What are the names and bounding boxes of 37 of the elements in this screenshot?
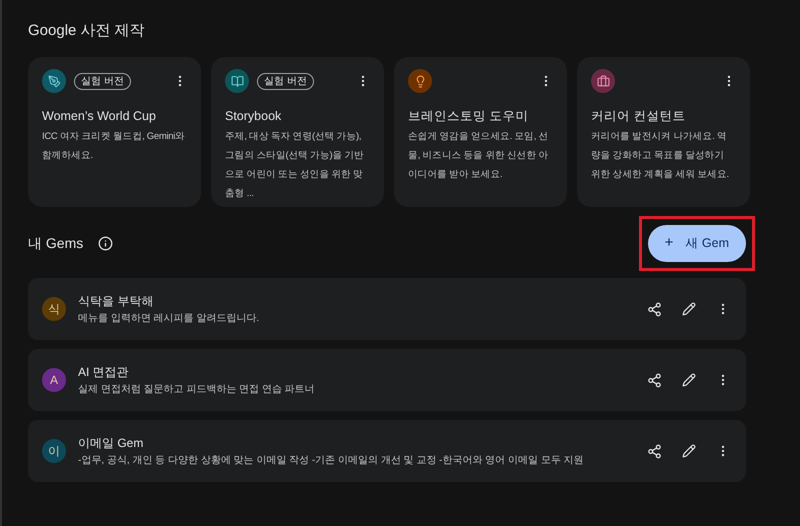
share-icon[interactable] <box>647 302 662 316</box>
gem-name: 식탁을 부탁해 <box>78 292 154 308</box>
gem-description: -업무, 공식, 개인 등 다양한 상황에 맞는 이메일 작성 -기존 이메일의 개선 및 교정 -한국어와 영어 이메일 모두 지원 <box>78 454 584 468</box>
gem-description: 메뉴를 입력하면 레시피를 알려드립니다. <box>78 312 260 326</box>
gem-row[interactable]: A AI 면접관 실제 면접처럼 질문하고 피드백하는 면접 연습 파트너 <box>28 349 746 411</box>
experimental-badge: 실험 버전 <box>257 72 314 90</box>
avatar-icon: A <box>42 368 66 392</box>
edit-icon[interactable] <box>682 373 696 387</box>
card-description: ICC 여자 크리켓 월드컵, Gemini와 함께하세요. <box>42 130 186 163</box>
gem-card[interactable]: 실험 버전 Women’s World Cup ICC 여자 크리켓 월드컵, Gemini와 함께하세요. <box>28 57 201 207</box>
avatar-icon: 식 <box>42 297 66 321</box>
gem-name: 이메일 Gem <box>78 434 144 450</box>
info-icon[interactable] <box>98 236 114 250</box>
card-title: Women’s World Cup <box>42 108 157 125</box>
card-title: 커리어 컨설턴트 <box>591 108 686 125</box>
gem-row[interactable]: 이 이메일 Gem -업무, 공식, 개인 등 다양한 상황에 맞는 이메일 작성 -기존 이메일의 개선 및 교정 -한국어와 영어 이메일 모두 지원 <box>28 420 746 482</box>
gem-name: AI 면접관 <box>78 364 130 380</box>
avatar-icon: 이 <box>42 439 66 463</box>
plus-icon: + <box>664 232 674 254</box>
share-icon[interactable] <box>647 372 662 388</box>
experimental-badge: 실험 버전 <box>74 72 131 90</box>
card-description: 손쉽게 영감을 얻으세요. 모임, 선물, 비즈니스 등을 위한 신선한 아이디어를 받아 보세요. <box>408 130 550 182</box>
gem-card[interactable]: 실험 버전 Storybook 주제, 대상 독자 연령(선택 가능), 그림의 스타일(선택 가능)을 기반으로 어린이 또는 성인을 위한 맞춤형 ... <box>211 57 384 207</box>
card-description: 커리어를 발전시켜 나가세요. 역량을 강화하고 목표를 달성하기 위한 상세한 계획을 세워 보세요. <box>591 130 730 182</box>
gem-description: 실제 면접처럼 질문하고 피드백하는 면접 연습 파트너 <box>78 382 315 396</box>
gem-row[interactable]: 식 식탁을 부탁해 메뉴를 입력하면 레시피를 알려드립니다. <box>28 278 746 340</box>
edit-icon[interactable] <box>682 444 696 458</box>
section-title: 내 Gems <box>28 234 84 252</box>
card-description: 주제, 대상 독자 연령(선택 가능), 그림의 스타일(선택 가능)을 기반으로 어린이 또는 성인을 위한 맞춤형 ... <box>225 130 365 201</box>
gem-card[interactable]: 브레인스토밍 도우미 손쉽게 영감을 얻으세요. 모임, 선물, 비즈니스 등을 위한 신선한 아이디어를 받아 보세요. <box>394 57 567 207</box>
new-gem-button[interactable]: + 새 Gem <box>648 224 746 262</box>
card-title: Storybook <box>225 108 282 125</box>
share-icon[interactable] <box>647 444 662 458</box>
card-title: 브레인스토밍 도우미 <box>408 108 530 125</box>
gem-card[interactable]: 커리어 컨설턴트 커리어를 발전시켜 나가세요. 역량을 강화하고 목표를 달성하기 위한 상세한 계획을 세워 보세요. <box>577 57 750 207</box>
section-title: Google 사전 제작 <box>28 21 146 41</box>
edit-icon[interactable] <box>682 302 696 316</box>
